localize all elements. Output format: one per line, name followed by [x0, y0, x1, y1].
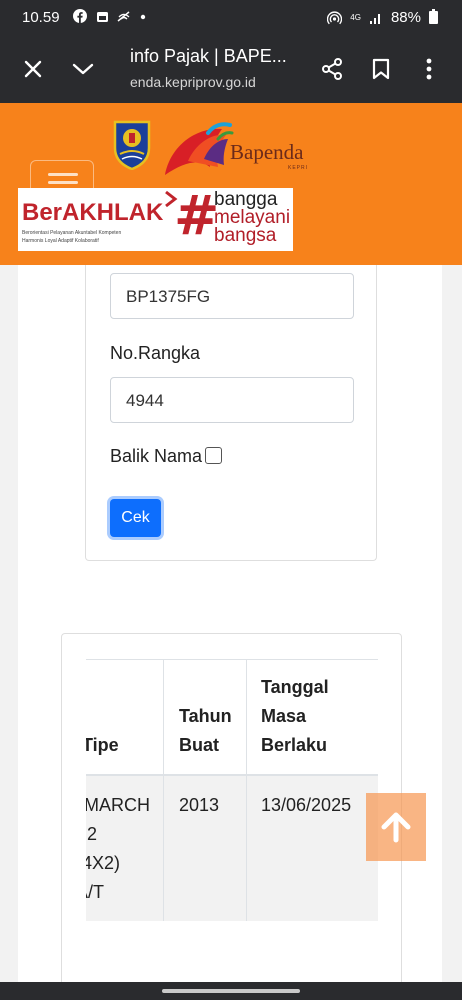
result-card: Tipe Tahun Buat Tanggal Masa Berlaku MAR… — [61, 633, 402, 993]
berakhlak-title: BerAKHLAK — [22, 199, 164, 226]
dot-icon — [140, 14, 146, 20]
berakhlak-subtitle-2: Harmonis Loyal Adaptif Kolaboratif — [22, 238, 99, 244]
home-gesture-handle[interactable] — [162, 989, 300, 993]
status-bar: 10.59 4G 88% — [0, 0, 462, 36]
page-title[interactable]: info Pajak | BAPE... — [130, 46, 287, 67]
cell-tipe-line-4: A/T — [86, 882, 105, 902]
menu-icon-bar — [48, 181, 78, 184]
more-vert-icon[interactable] — [414, 54, 444, 84]
main-content: BP1375FG No.Rangka 4944 Balik Nama Cek T… — [18, 265, 442, 993]
header-tanggal-line-3: Berlaku — [261, 735, 328, 755]
facebook-icon — [73, 9, 87, 23]
banner-word-bangsa: bangsa — [214, 225, 277, 246]
result-table[interactable]: Tipe Tahun Buat Tanggal Masa Berlaku MAR… — [86, 659, 378, 924]
site-header: Bapenda KEPRI BerAKHLAK Berorientasi Pel… — [0, 103, 462, 265]
browser-toolbar: info Pajak | BAPE... enda.kepriprov.go.i… — [0, 36, 462, 103]
cek-button[interactable]: Cek — [110, 499, 161, 537]
header-tahun-buat-line-1: Tahun — [179, 706, 232, 726]
signal-icon — [369, 14, 380, 24]
battery-icon — [429, 9, 438, 24]
bapenda-wordmark: Bapenda — [230, 140, 304, 164]
header-tahun-buat-line-2: Buat — [179, 735, 219, 755]
cell-tipe-line-1: MARCH — [86, 795, 150, 815]
system-nav-bar — [0, 982, 462, 1000]
balik-nama-checkbox[interactable] — [205, 447, 223, 464]
hashtag-icon: # — [174, 188, 220, 247]
menu-icon-bar — [48, 173, 78, 176]
vehicle-check-form: BP1375FG No.Rangka 4944 Balik Nama Cek — [85, 265, 377, 561]
chevron-down-icon[interactable] — [68, 54, 98, 84]
scroll-to-top-button[interactable] — [366, 793, 426, 861]
rangka-label: No.Rangka — [110, 343, 201, 363]
header-tanggal-line-1: Tanggal — [261, 677, 329, 697]
no-signal-icon — [117, 11, 130, 22]
share-icon[interactable] — [317, 54, 347, 84]
bapenda-logo: Bapenda KEPRI — [165, 122, 308, 175]
hotspot-icon — [327, 11, 343, 25]
header-tipe: Tipe — [86, 735, 119, 755]
berakhlak-subtitle-1: Berorientasi Pelayanan Akuntabel Kompete… — [22, 230, 122, 236]
network-label: 4G — [350, 12, 361, 22]
calendar-icon — [96, 12, 108, 22]
bapenda-sub: KEPRI — [288, 165, 308, 171]
header-tanggal-line-2: Masa — [261, 706, 307, 726]
close-icon[interactable] — [18, 54, 48, 84]
cell-tipe-line-3: (4X2) — [86, 853, 121, 873]
rangka-input[interactable]: 4944 — [110, 377, 354, 423]
cell-tanggal-masa-berlaku: 13/06/2025 — [261, 795, 352, 815]
arrow-up-icon — [381, 812, 411, 843]
plate-number-input[interactable]: BP1375FG — [110, 273, 354, 319]
balik-nama-row: Balik Nama — [110, 446, 223, 467]
notification-icons — [73, 9, 146, 24]
battery-percent: 88% — [390, 9, 421, 26]
page-url[interactable]: enda.kepriprov.go.id — [130, 74, 256, 90]
cell-tipe-line-2: 1.2 — [86, 824, 98, 844]
berakhlak-banner: BerAKHLAK Berorientasi Pelayanan Akuntab… — [18, 188, 293, 251]
cell-tahun-buat: 2013 — [179, 795, 220, 815]
status-right: 4G 88% — [327, 9, 438, 26]
bookmark-icon[interactable] — [366, 54, 396, 84]
province-emblem-icon — [113, 120, 151, 170]
clock: 10.59 — [22, 9, 60, 26]
balik-nama-label: Balik Nama — [110, 446, 203, 466]
